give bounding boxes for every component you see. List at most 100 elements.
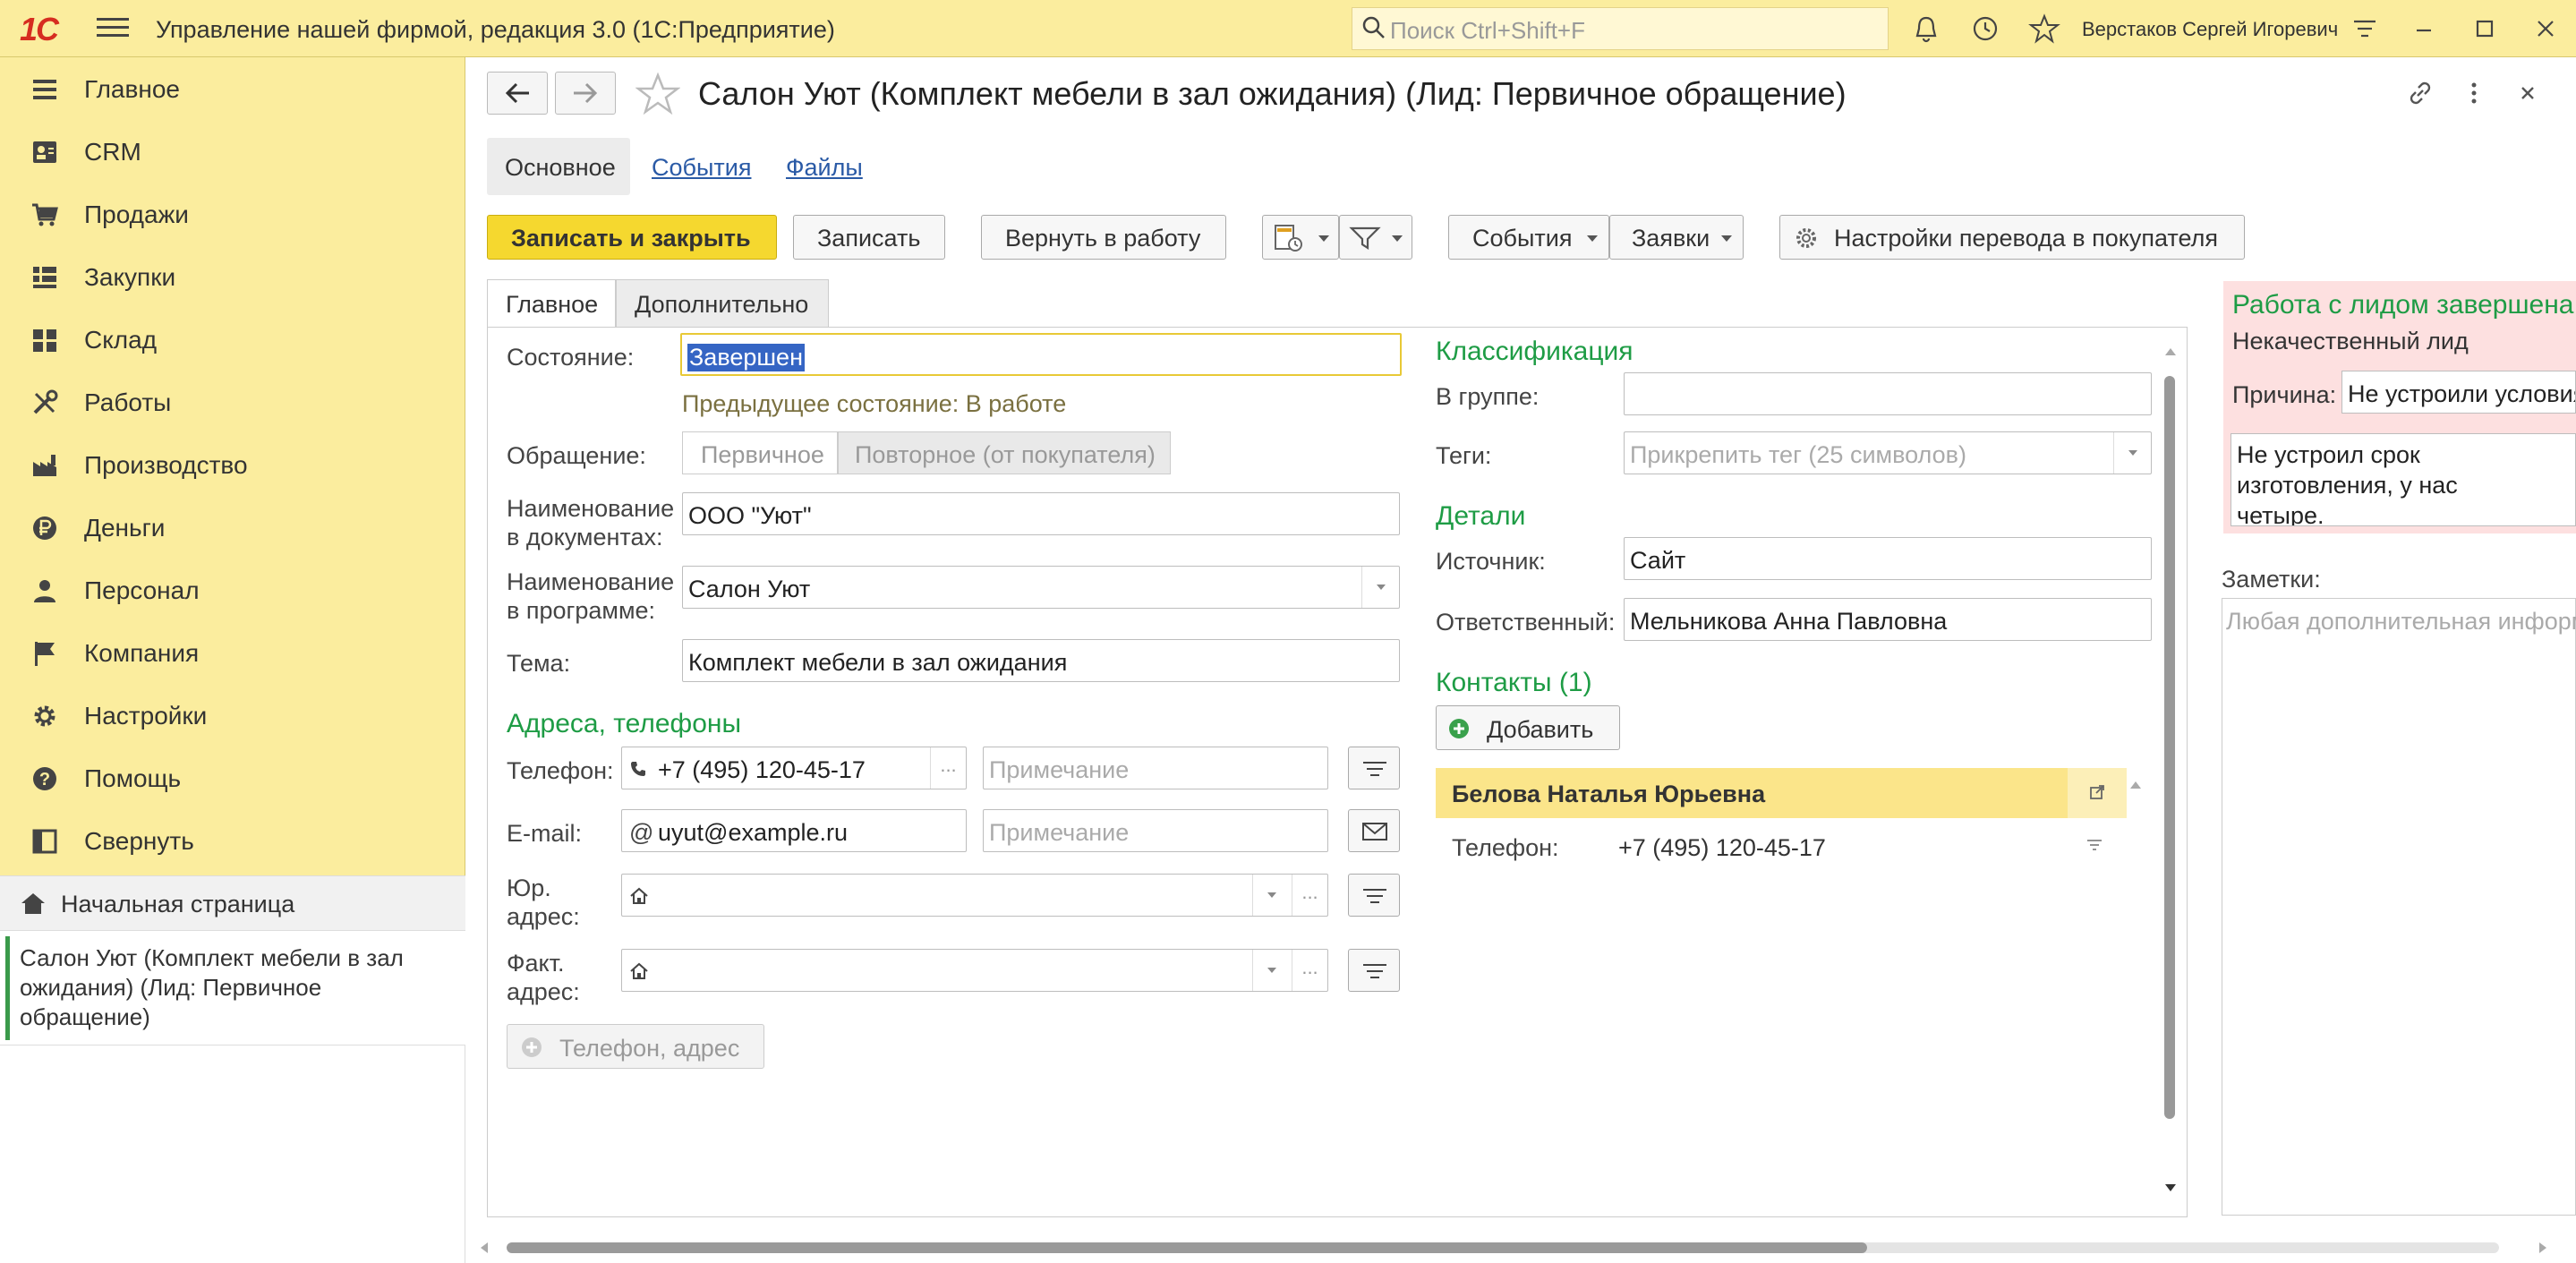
inner-tab-extra[interactable]: Дополнительно <box>616 279 829 328</box>
sidebar-item-label: Свернуть <box>84 827 194 855</box>
contact-card-header[interactable]: Белова Наталья Юрьевна <box>1436 768 2127 818</box>
legal-address-field[interactable]: ... <box>621 874 1328 917</box>
arrow-left-icon <box>505 82 529 104</box>
conversion-settings-button[interactable]: Настройки перевода в покупателя <box>1779 215 2245 260</box>
scroll-up-icon[interactable] <box>2128 779 2143 791</box>
contact-actions-icon[interactable] <box>2086 838 2103 852</box>
fact-address-actions-button[interactable] <box>1348 949 1400 992</box>
history-icon[interactable] <box>1969 13 2001 45</box>
phone-field[interactable]: +7 (495) 120-45-17 ... <box>621 747 967 789</box>
responsible-label: Ответственный: <box>1436 609 1616 636</box>
link-icon[interactable] <box>2404 77 2436 109</box>
sidebar-item-works[interactable]: Работы <box>0 371 465 433</box>
state-field[interactable]: Завершен <box>680 333 1402 376</box>
purchases-icon <box>33 267 56 288</box>
inner-tab-main[interactable]: Главное <box>487 279 616 328</box>
sidebar-item-company[interactable]: Компания <box>0 621 465 684</box>
dropdown-arrow[interactable] <box>2113 432 2151 474</box>
sidebar-item-production[interactable]: Производство <box>0 433 465 496</box>
maximize-icon[interactable] <box>2469 13 2501 45</box>
dropdown-arrow[interactable] <box>1361 567 1399 608</box>
return-to-work-button[interactable]: Вернуть в работу <box>981 215 1226 260</box>
star-icon[interactable] <box>2028 13 2060 45</box>
back-button[interactable] <box>487 72 548 115</box>
fact-address-label: Факт. адрес: <box>507 949 580 1006</box>
scroll-down-arrow-icon[interactable] <box>2163 1182 2178 1194</box>
group-field[interactable] <box>1624 372 2152 415</box>
user-name[interactable]: Верстаков Сергей Игоревич <box>2082 18 2338 41</box>
scroll-up-arrow-icon[interactable] <box>2163 346 2178 358</box>
vertical-scrollbar[interactable] <box>2161 340 2180 1208</box>
tags-field[interactable]: Прикрепить тег (25 символов) <box>1624 431 2152 474</box>
print-dropdown-button[interactable] <box>1262 215 1339 260</box>
at-icon: @ <box>629 819 654 846</box>
email-field[interactable]: @ uyut@example.ru <box>621 809 967 852</box>
settings-lines-icon[interactable] <box>2349 13 2381 45</box>
close-icon[interactable] <box>2529 13 2562 45</box>
docname-field[interactable]: ООО "Уют" <box>682 492 1400 535</box>
forward-button[interactable] <box>555 72 616 115</box>
legal-address-actions-button[interactable] <box>1348 874 1400 917</box>
sidebar-empty-area <box>0 1045 465 1263</box>
sidebar-item-crm[interactable]: CRM <box>0 120 465 183</box>
save-and-close-button[interactable]: Записать и закрыть <box>487 215 777 260</box>
close-document-icon[interactable] <box>2512 77 2544 109</box>
progname-label-line1: Наименование <box>507 568 675 595</box>
more-icon[interactable] <box>2458 77 2490 109</box>
email-note-field[interactable]: Примечание <box>983 809 1328 852</box>
topic-field[interactable]: Комплект мебели в зал ожидания <box>682 639 1400 682</box>
sidebar-item-main[interactable]: Главное <box>0 57 465 120</box>
reason-field[interactable]: Не устроили условия <box>2341 371 2576 414</box>
horizontal-scrollbar[interactable] <box>478 1237 2555 1259</box>
send-email-button[interactable] <box>1348 809 1400 852</box>
phone-note-field[interactable]: Примечание <box>983 747 1328 789</box>
horizontal-scroll-thumb[interactable] <box>507 1242 1867 1253</box>
minimize-icon[interactable] <box>2408 13 2440 45</box>
fact-address-more-button[interactable]: ... <box>1292 950 1327 991</box>
appeal-primary-button[interactable]: Первичное <box>682 431 838 474</box>
sidebar-item-settings[interactable]: Настройки <box>0 684 465 747</box>
add-phone-address-button[interactable]: Телефон, адрес <box>507 1024 764 1069</box>
appeal-repeat-label: Повторное (от покупателя) <box>855 441 1156 468</box>
search-input[interactable]: Поиск Ctrl+Shift+F <box>1352 7 1889 50</box>
email-value: uyut@example.ru <box>658 819 849 846</box>
menu-icon[interactable] <box>97 13 129 45</box>
filter-dropdown-button[interactable] <box>1339 215 1412 260</box>
sidebar-item-help[interactable]: ? Помощь <box>0 747 465 809</box>
reason-comment-field[interactable]: Не устроил срок изготовления, у нас четы… <box>2231 433 2576 526</box>
events-dropdown-button[interactable]: События <box>1448 215 1609 260</box>
fact-address-field[interactable]: ... <box>621 949 1328 992</box>
responsible-field[interactable]: Мельникова Анна Павловна <box>1624 598 2152 641</box>
legal-address-more-button[interactable]: ... <box>1292 875 1327 916</box>
scroll-left-icon[interactable] <box>478 1241 490 1255</box>
open-window-item[interactable]: Салон Уют (Комплект мебели в зал ожидани… <box>0 931 465 1045</box>
bell-icon[interactable] <box>1910 13 1942 45</box>
tags-placeholder: Прикрепить тег (25 символов) <box>1630 441 1966 468</box>
sidebar-item-collapse[interactable]: Свернуть <box>0 809 465 872</box>
inner-tab-main-label: Главное <box>506 291 599 318</box>
source-field[interactable]: Сайт <box>1624 537 2152 580</box>
progname-field[interactable]: Салон Уют <box>682 566 1400 609</box>
appeal-repeat-button[interactable]: Повторное (от покупателя) <box>838 431 1171 474</box>
dropdown-arrow[interactable] <box>1252 875 1290 916</box>
save-button[interactable]: Записать <box>793 215 945 260</box>
sidebar-item-staff[interactable]: Персонал <box>0 559 465 621</box>
open-contact-button[interactable] <box>2068 768 2127 818</box>
vertical-scroll-thumb[interactable] <box>2164 376 2175 1119</box>
sidebar-item-money[interactable]: Деньги <box>0 496 465 559</box>
add-contact-button[interactable]: Добавить <box>1436 705 1620 750</box>
phone-more-button[interactable]: ... <box>930 747 966 789</box>
dropdown-arrow[interactable] <box>1252 950 1290 991</box>
tab-events[interactable]: События <box>652 154 751 182</box>
phone-actions-button[interactable] <box>1348 747 1400 789</box>
requests-dropdown-button[interactable]: Заявки <box>1609 215 1744 260</box>
sidebar-item-purchases[interactable]: Закупки <box>0 245 465 308</box>
tab-files[interactable]: Файлы <box>786 154 863 182</box>
sidebar-item-warehouse[interactable]: Склад <box>0 308 465 371</box>
sidebar-item-sales[interactable]: Продажи <box>0 183 465 245</box>
notes-field[interactable]: Любая дополнительная информация <box>2222 598 2576 1216</box>
favorite-star-icon[interactable] <box>635 72 680 116</box>
tab-main[interactable]: Основное <box>487 138 630 195</box>
scroll-right-icon[interactable] <box>2537 1241 2549 1255</box>
sidebar-home-page[interactable]: Начальная страница <box>0 875 465 931</box>
